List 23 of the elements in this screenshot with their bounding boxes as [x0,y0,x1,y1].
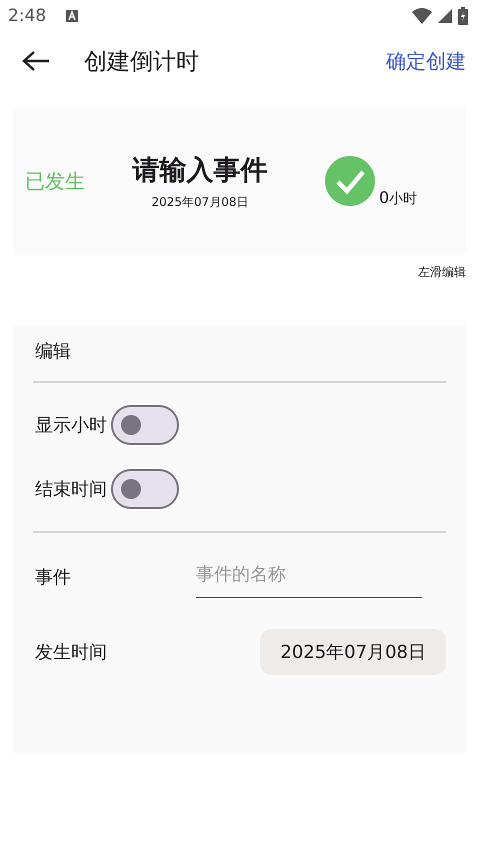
event-name: 请输入事件 [132,154,268,188]
back-arrow-icon[interactable] [22,50,50,72]
swipe-hint: 左滑编辑 [417,264,467,281]
status-time: 2:48 [8,6,46,26]
event-date: 2025年07月08日 [151,194,249,210]
confirm-create-button[interactable]: 确定创建 [386,48,466,74]
countdown-card[interactable]: 已发生 请输入事件 2025年07月08日 0小时 [13,108,466,254]
field-label: 事件 [34,566,71,589]
notification-icon [66,10,78,22]
signal-icon [438,9,452,23]
battery-icon [458,7,468,25]
toggle-label: 结束时间 [34,478,107,501]
page-title: 创建倒计时 [84,48,199,76]
hours-count: 0小时 [379,188,418,208]
event-name-field[interactable]: 事件的名称 [196,556,422,598]
date-picker-button[interactable]: 2025年07月08日 [260,629,446,675]
section-title: 编辑 [34,340,72,364]
toggle-label: 显示小时 [34,414,107,437]
event-status: 已发生 [25,168,86,194]
wifi-icon [412,8,432,24]
field-label: 发生时间 [34,641,107,664]
toggle-switch[interactable] [111,469,179,509]
toggle-switch[interactable] [111,405,179,445]
